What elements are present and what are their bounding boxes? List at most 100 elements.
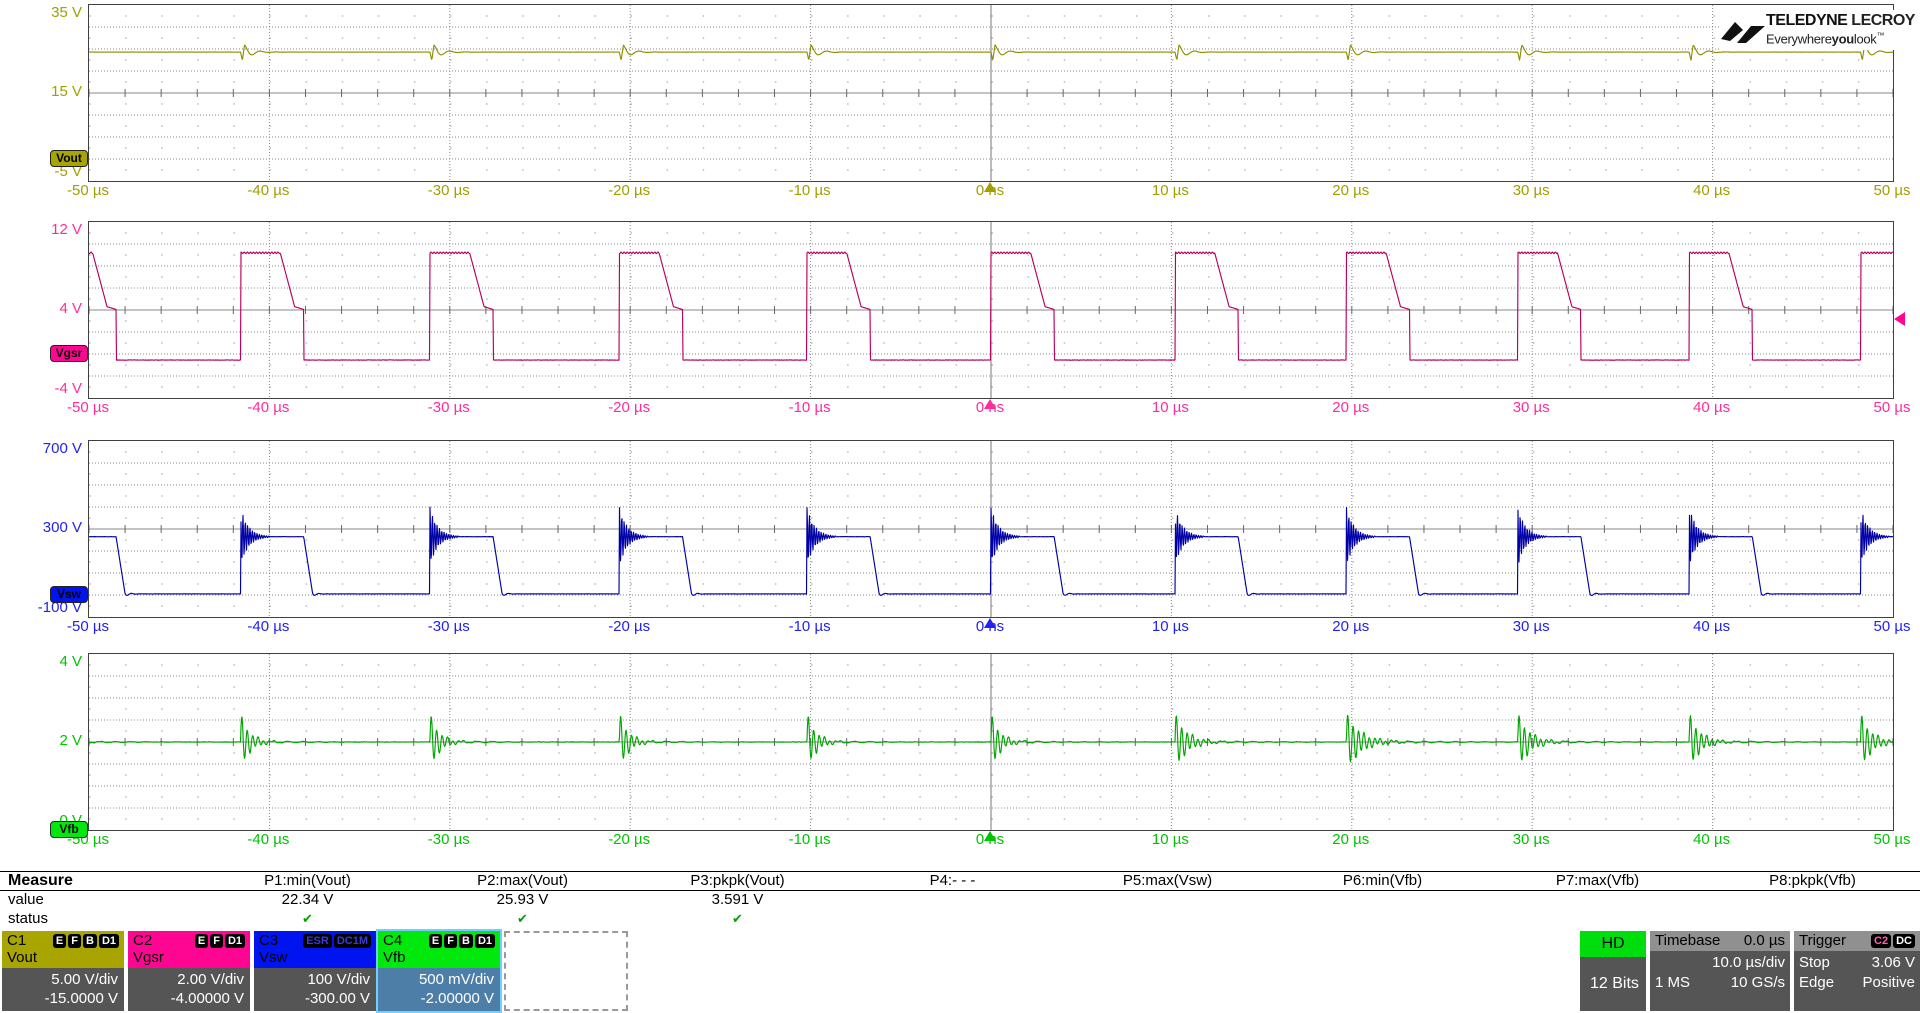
teledyne-lecroy-logo: TELEDYNE LECROY Everywhereyoulook™ xyxy=(1720,10,1918,50)
time-label: 30 µs xyxy=(1486,831,1576,848)
grid-plot-c3[interactable] xyxy=(88,440,1894,618)
trigger-level-marker[interactable] xyxy=(1894,312,1905,326)
time-label: -10 µs xyxy=(765,399,855,416)
badge-c1-d1: D1 xyxy=(99,934,119,948)
grid-plot-c1[interactable] xyxy=(88,4,1894,182)
measure-value-p5 xyxy=(1060,891,1275,910)
time-label: -10 µs xyxy=(765,182,855,199)
time-label: -30 µs xyxy=(404,399,494,416)
time-label: 40 µs xyxy=(1667,399,1757,416)
axis-label-c4-top: 4 V xyxy=(0,654,82,670)
measure-param-p7[interactable]: P7:max(Vfb) xyxy=(1490,872,1705,890)
channel-id-c2: C2 xyxy=(133,932,152,949)
time-label: 10 µs xyxy=(1125,831,1215,848)
measure-param-p1[interactable]: P1:min(Vout) xyxy=(200,872,415,890)
time-label: 40 µs xyxy=(1667,182,1757,199)
trigger-time-marker[interactable] xyxy=(984,182,996,192)
trigger-time-marker[interactable] xyxy=(984,831,996,841)
channel-name-c3: Vsw xyxy=(259,949,371,966)
measure-value-p2: 25.93 V xyxy=(415,891,630,910)
grid-plot-c2[interactable] xyxy=(88,221,1894,399)
trigger-time-marker[interactable] xyxy=(984,399,996,409)
timebase-delay: 0.0 µs xyxy=(1744,931,1785,951)
measure-header-row: Measure P1:min(Vout) P2:max(Vout) P3:pkp… xyxy=(0,872,1920,891)
measure-param-p6[interactable]: P6:min(Vfb) xyxy=(1275,872,1490,890)
hd-bits: 12 Bits xyxy=(1580,957,1646,1011)
hd-mode-box[interactable]: HD 12 Bits xyxy=(1580,931,1646,1011)
empty-descriptor-slot[interactable] xyxy=(504,931,628,1011)
axis-label-c4-mid: 2 V xyxy=(0,733,82,749)
measure-status-row: status ✔ ✔ ✔ xyxy=(0,910,1920,929)
time-label: -50 µs xyxy=(43,399,133,416)
grid-plot-c4[interactable] xyxy=(88,653,1894,831)
badge-c2-e: E xyxy=(195,934,208,948)
time-label: -50 µs xyxy=(43,182,133,199)
oscilloscope-screen: -50 µs-40 µs-30 µs-20 µs-10 µs0 ns10 µs2… xyxy=(0,0,1920,1013)
channel-zero-marker-c2[interactable]: Vgsr xyxy=(50,345,88,362)
time-label: 10 µs xyxy=(1125,182,1215,199)
timebase-sample-rate: 10 GS/s xyxy=(1731,973,1785,993)
logo-text: TELEDYNE LECROY Everywhereyoulook™ xyxy=(1766,13,1915,46)
measure-value-p8 xyxy=(1705,891,1920,910)
measure-value-p3: 3.591 V xyxy=(630,891,845,910)
channel-offset-c3: -300.00 V xyxy=(260,989,370,1008)
measure-param-p3[interactable]: P3:pkpk(Vout) xyxy=(630,872,845,890)
time-label: -20 µs xyxy=(584,182,674,199)
axis-label-c2-top: 12 V xyxy=(0,222,82,238)
time-axis-c4: -50 µs-40 µs-30 µs-20 µs-10 µs0 ns10 µs2… xyxy=(0,830,1920,850)
trigger-type: Edge xyxy=(1799,973,1834,993)
time-label: -20 µs xyxy=(584,399,674,416)
badge-c1-f: F xyxy=(68,934,81,948)
badge-c4-d1: D1 xyxy=(475,934,495,948)
time-label: -50 µs xyxy=(43,618,133,635)
measure-value-p1: 22.34 V xyxy=(200,891,415,910)
time-label: 20 µs xyxy=(1306,831,1396,848)
channel-zero-marker-c4[interactable]: Vfb xyxy=(50,821,88,838)
channel-vdiv-c1: 5.00 V/div xyxy=(8,970,118,989)
timebase-box[interactable]: Timebase 0.0 µs 10.0 µs/div 1 MS 10 GS/s xyxy=(1650,931,1790,1011)
channel-id-c3: C3 xyxy=(259,932,278,949)
trigger-source-badge: C2 xyxy=(1871,934,1891,948)
badge-c2-d1: D1 xyxy=(225,934,245,948)
trigger-label: Trigger xyxy=(1799,931,1846,951)
time-label: 50 µs xyxy=(1847,618,1920,635)
axis-label-c2-mid: 4 V xyxy=(0,301,82,317)
badge-c4-b: B xyxy=(459,934,473,948)
channel-name-c2: Vgsr xyxy=(133,949,245,966)
trace-vgsr xyxy=(89,252,1893,360)
channel-zero-marker-c3[interactable]: Vsw xyxy=(50,586,88,603)
channel-descriptor-c2[interactable]: C2 E F D1 Vgsr 2.00 V/div -4.00000 V xyxy=(128,931,250,1011)
trigger-time-marker[interactable] xyxy=(984,618,996,628)
channel-descriptor-c1[interactable]: C1 E F B D1 Vout 5.00 V/div -15.0000 V xyxy=(2,931,124,1011)
measure-value-row: value 22.34 V 25.93 V 3.591 V xyxy=(0,891,1920,910)
time-label: 50 µs xyxy=(1847,831,1920,848)
status-check-p2: ✔ xyxy=(415,910,630,929)
timebase-record-length: 1 MS xyxy=(1655,973,1690,993)
measure-table: Measure P1:min(Vout) P2:max(Vout) P3:pkp… xyxy=(0,871,1920,929)
time-label: 40 µs xyxy=(1667,618,1757,635)
time-label: 40 µs xyxy=(1667,831,1757,848)
time-label: 30 µs xyxy=(1486,618,1576,635)
measure-param-p5[interactable]: P5:max(Vsw) xyxy=(1060,872,1275,890)
channel-vdiv-c3: 100 V/div xyxy=(260,970,370,989)
time-label: 50 µs xyxy=(1847,399,1920,416)
badge-c4-f: F xyxy=(444,934,457,948)
time-axis-c1: -50 µs-40 µs-30 µs-20 µs-10 µs0 ns10 µs2… xyxy=(0,181,1920,201)
time-label: -40 µs xyxy=(223,182,313,199)
time-label: 20 µs xyxy=(1306,618,1396,635)
trigger-slope: Positive xyxy=(1862,973,1915,993)
badge-c4-e: E xyxy=(429,934,442,948)
time-label: -30 µs xyxy=(404,182,494,199)
measure-param-p8[interactable]: P8:pkpk(Vfb) xyxy=(1705,872,1920,890)
measure-param-p4[interactable]: P4:- - - xyxy=(845,872,1060,890)
timebase-scale: 10.0 µs/div xyxy=(1712,953,1785,973)
badge-c2-f: F xyxy=(210,934,223,948)
channel-descriptor-c4[interactable]: C4 E F B D1 Vfb 500 mV/div -2.00000 V xyxy=(378,931,500,1011)
channel-zero-marker-c1[interactable]: Vout xyxy=(50,150,88,167)
channel-descriptor-c3[interactable]: C3 ESR DC1M Vsw 100 V/div -300.00 V xyxy=(254,931,376,1011)
measure-value-p7 xyxy=(1490,891,1705,910)
trigger-box[interactable]: Trigger C2 DC Stop 3.06 V Edge Positive xyxy=(1794,931,1920,1011)
measure-param-p2[interactable]: P2:max(Vout) xyxy=(415,872,630,890)
time-label: -20 µs xyxy=(584,618,674,635)
axis-label-c3-top: 700 V xyxy=(0,441,82,457)
